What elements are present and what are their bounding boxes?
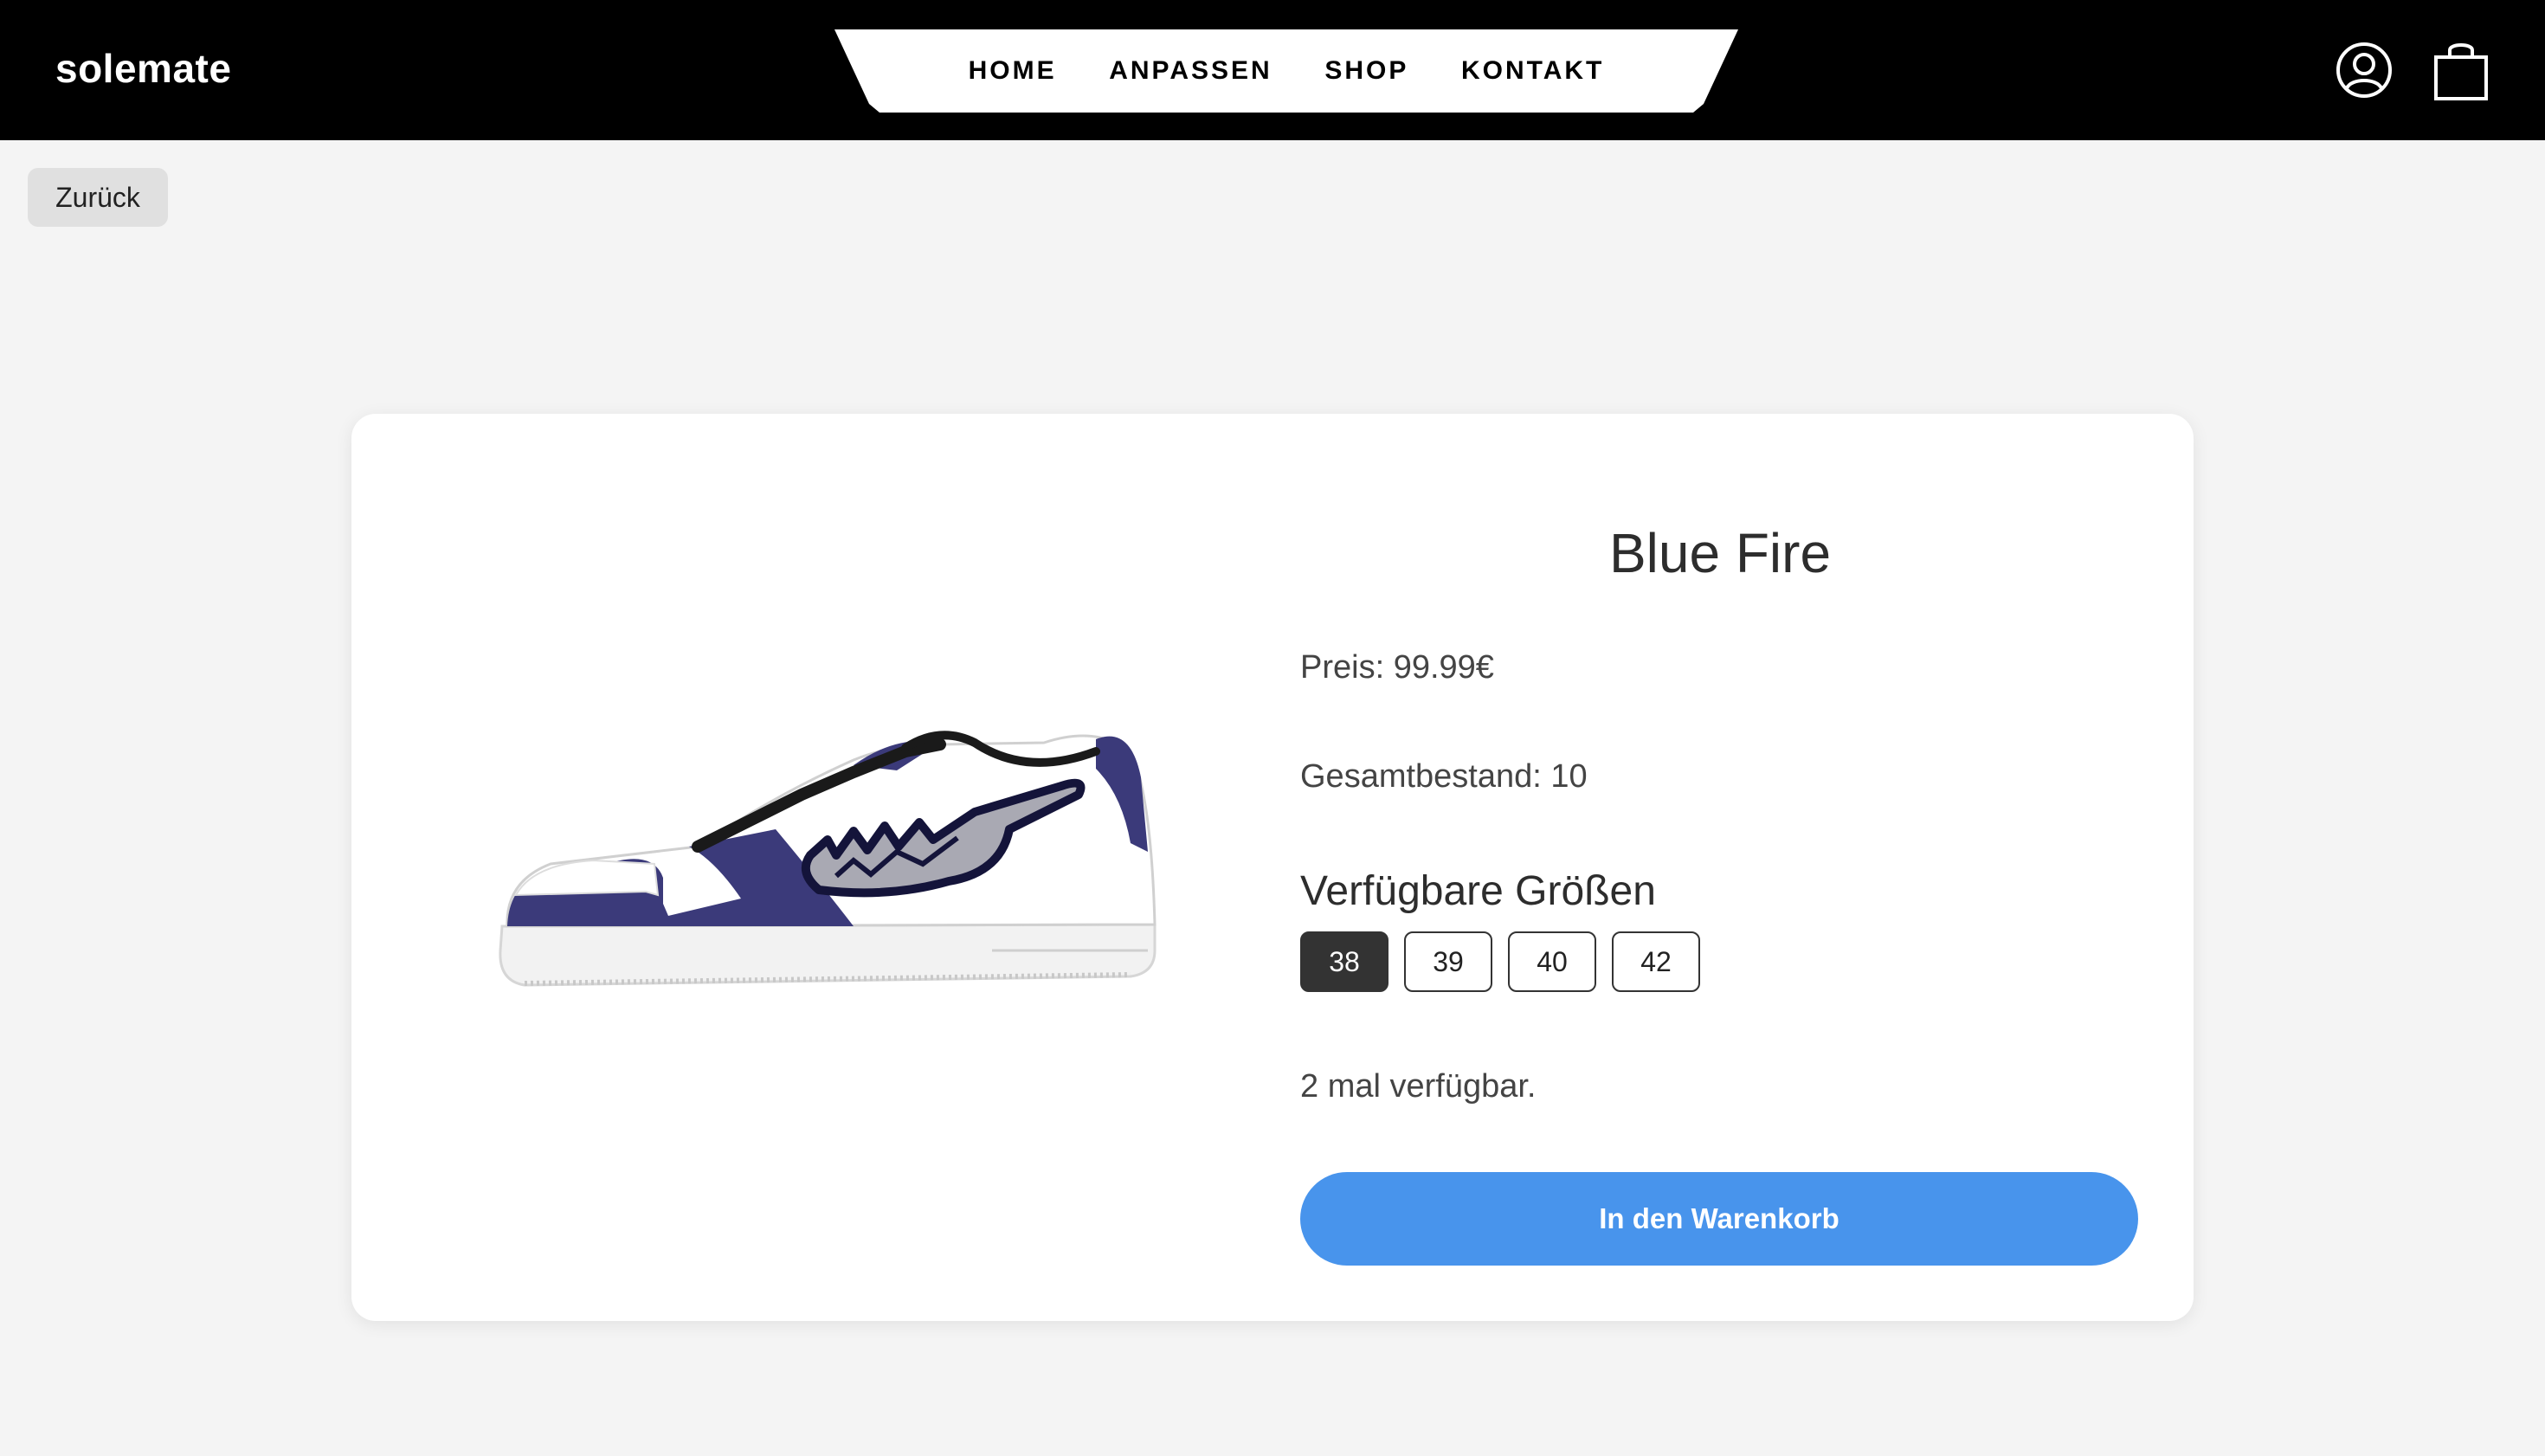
- nav-shop[interactable]: SHOP: [1324, 56, 1408, 86]
- product-image: [499, 731, 1157, 987]
- nav-anpassen[interactable]: ANPASSEN: [1109, 56, 1272, 86]
- sizes-heading: Verfügbare Größen: [1300, 868, 1656, 914]
- nav-items: HOME ANPASSEN SHOP KONTAKT: [890, 29, 1683, 113]
- logo[interactable]: solemate: [55, 45, 231, 92]
- size-button-40[interactable]: 40: [1508, 931, 1596, 992]
- product-card: Blue Fire Preis: 99.99€ Gesamtbestand: 1…: [351, 414, 2194, 1321]
- product-details: Blue Fire Preis: 99.99€ Gesamtbestand: 1…: [1300, 414, 2140, 1321]
- back-button[interactable]: Zurück: [28, 168, 168, 227]
- nav-kontakt[interactable]: KONTAKT: [1461, 56, 1604, 86]
- product-title: Blue Fire: [1608, 522, 1832, 584]
- account-icon[interactable]: [2336, 42, 2393, 99]
- total-stock: Gesamtbestand: 10: [1300, 758, 1588, 795]
- shopping-bag-icon[interactable]: [2432, 38, 2490, 102]
- size-selector: 38 39 40 42: [1300, 931, 1700, 992]
- main-nav: HOME ANPASSEN SHOP KONTAKT: [834, 29, 1738, 113]
- size-button-42[interactable]: 42: [1612, 931, 1700, 992]
- size-button-39[interactable]: 39: [1404, 931, 1492, 992]
- site-header: solemate HOME ANPASSEN SHOP KONTAKT: [0, 0, 2545, 140]
- product-price: Preis: 99.99€: [1300, 649, 1494, 686]
- add-to-cart-button[interactable]: In den Warenkorb: [1300, 1172, 2138, 1266]
- size-availability: 2 mal verfügbar.: [1300, 1068, 1537, 1105]
- nav-home[interactable]: HOME: [969, 56, 1057, 86]
- size-button-38[interactable]: 38: [1300, 931, 1388, 992]
